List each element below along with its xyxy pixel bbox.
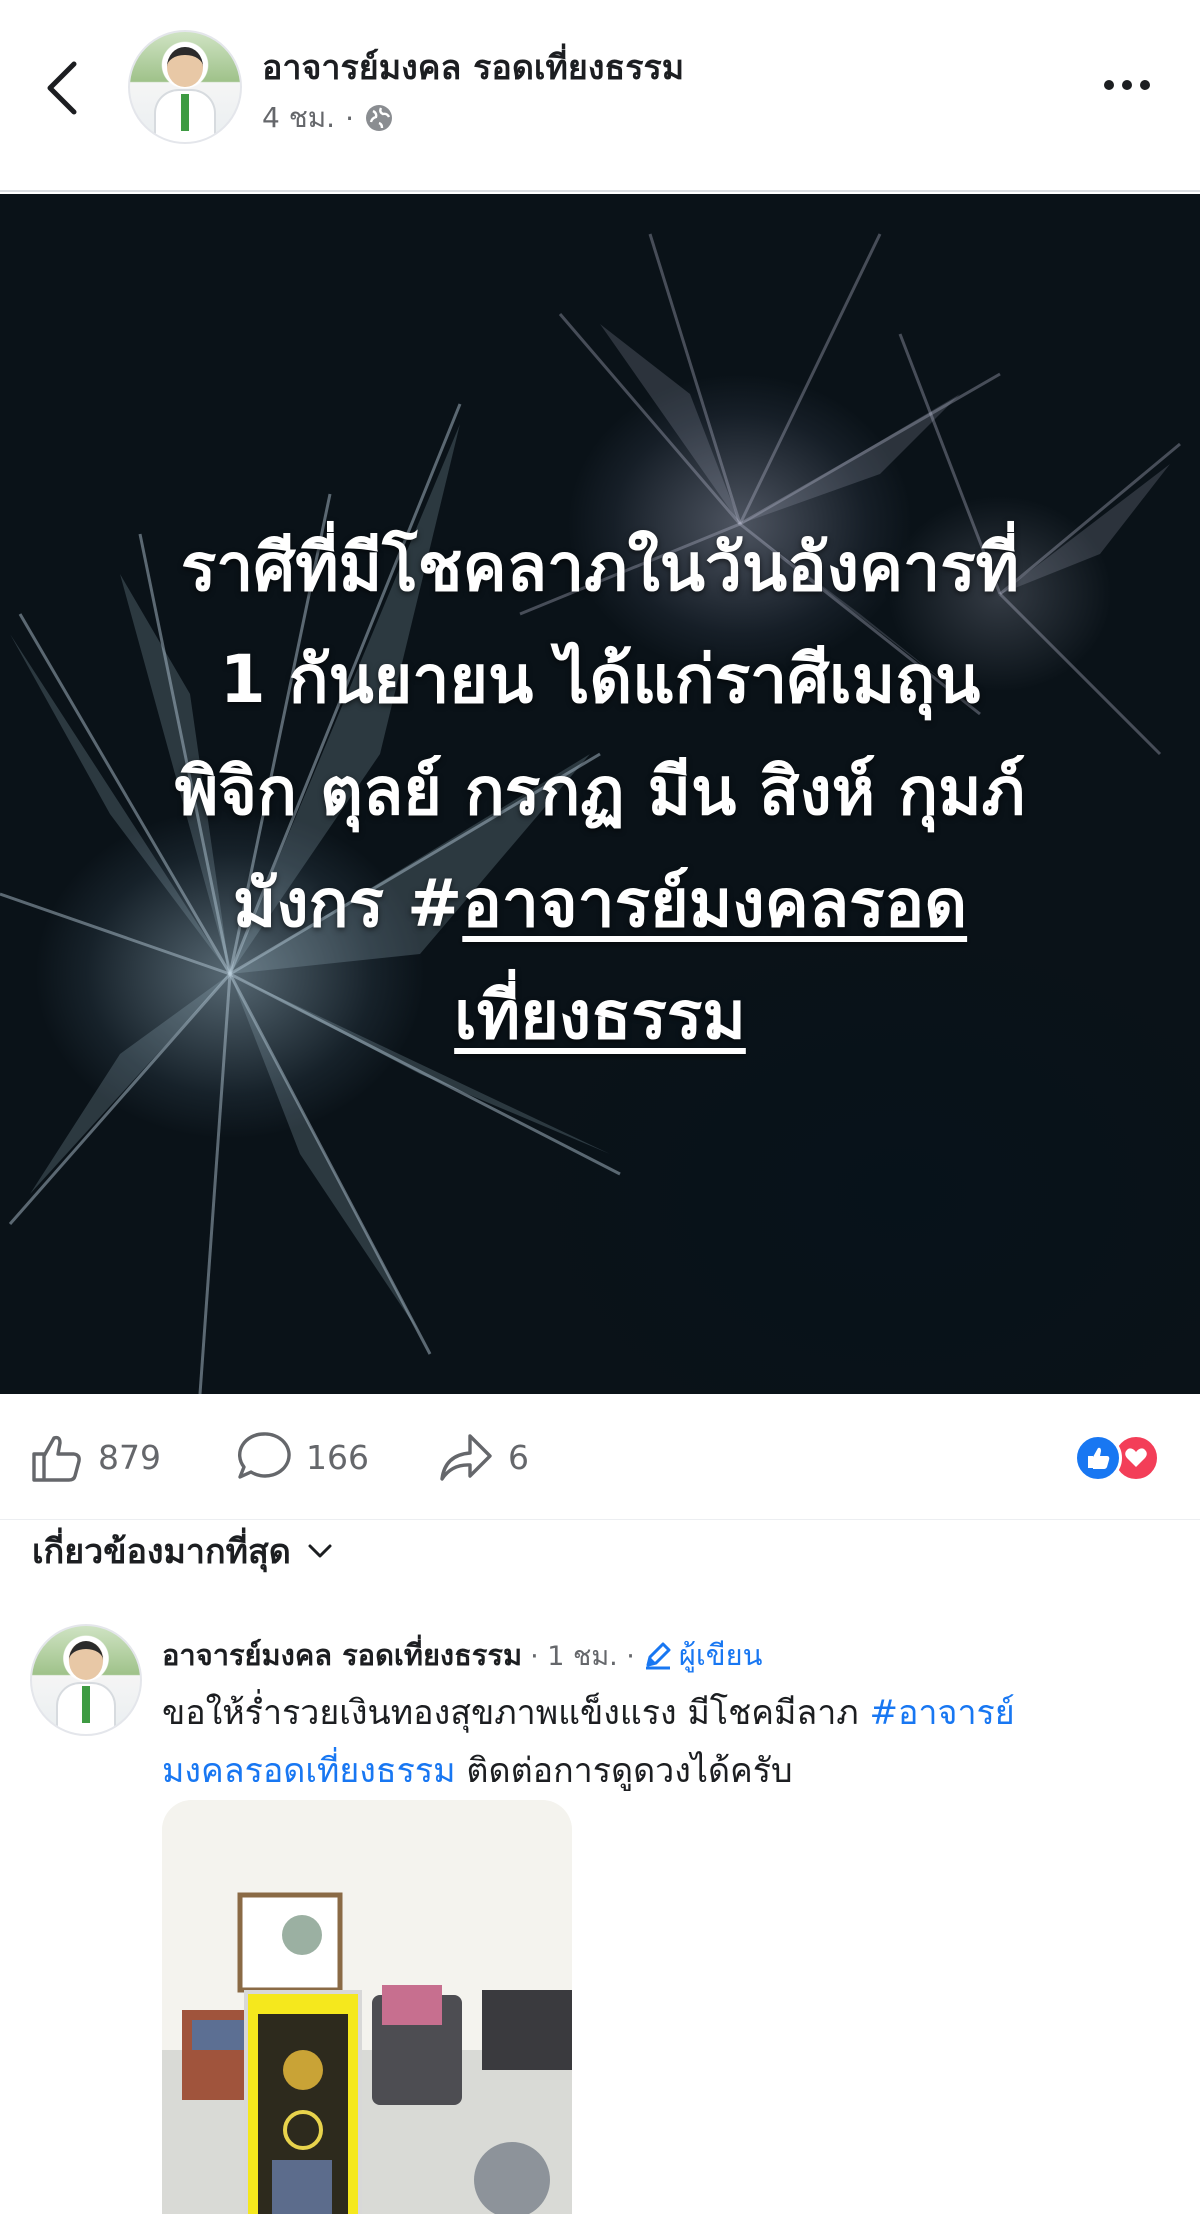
- more-options-button[interactable]: [1092, 60, 1162, 110]
- comment-button[interactable]: 166: [236, 1430, 369, 1484]
- commenter-name[interactable]: อาจารย์มงคล รอดเที่ยงธรรม: [162, 1632, 522, 1678]
- like-count: 879: [98, 1437, 161, 1477]
- comment-count: 166: [306, 1437, 369, 1477]
- comment-time: · 1 ชม. ·: [530, 1640, 635, 1672]
- globe-icon: [365, 105, 392, 131]
- back-button[interactable]: [38, 52, 86, 124]
- dot-icon: [1104, 80, 1114, 90]
- post-image-caption: ราศีที่มีโชคลาภในวันอังคารที่ 1 กันยายน …: [60, 512, 1140, 1072]
- comment-text: ขอให้ร่ำรวยเงินทองสุขภาพแข็งแรง มีโชคมีล…: [162, 1693, 870, 1733]
- share-icon: [440, 1434, 492, 1481]
- dot-icon: [1140, 80, 1150, 90]
- caption-line: มังกร #อาจารย์มงคลรอด: [60, 848, 1140, 960]
- comment-text: ติดต่อการดูดวงได้ครับ: [455, 1751, 793, 1791]
- comment-body: ขอให้ร่ำรวยเงินทองสุขภาพแข็งแรง มีโชคมีล…: [162, 1684, 1172, 1800]
- tarot-card-photo: [162, 1800, 572, 2214]
- author-name[interactable]: อาจารย์มงคล รอดเที่ยงธรรม: [262, 40, 684, 94]
- comment-sort-dropdown[interactable]: เกี่ยวข้องมากที่สุด: [32, 1524, 333, 1578]
- reactions-summary[interactable]: [1074, 1434, 1170, 1484]
- like-button[interactable]: 879: [30, 1430, 161, 1484]
- chevron-left-icon: [47, 61, 77, 115]
- like-reaction-icon: [1074, 1434, 1122, 1482]
- post-header: อาจารย์มงคล รอดเที่ยงธรรม 4 ชม. ·: [0, 0, 1200, 192]
- post-image[interactable]: ราศีที่มีโชคลาภในวันอังคารที่ 1 กันยายน …: [0, 194, 1200, 1394]
- caption-line: ราศีที่มีโชคลาภในวันอังคารที่: [180, 529, 1020, 606]
- hashtag-link[interactable]: มงคลรอดเที่ยงธรรม: [162, 1751, 456, 1791]
- caption-line: พิจิก ตุลย์ กรกฏ มีน สิงห์ กุมภ์: [174, 753, 1026, 830]
- comment-header: อาจารย์มงคล รอดเที่ยงธรรม · 1 ชม. · ผู้เ…: [162, 1632, 762, 1678]
- caption-text: มังกร #: [232, 865, 463, 942]
- thumbs-up-icon: [32, 1435, 81, 1482]
- caption-line: เที่ยงธรรม: [60, 960, 1140, 1072]
- commenter-avatar[interactable]: [30, 1624, 142, 1736]
- chevron-down-icon: [308, 1544, 332, 1558]
- author-avatar[interactable]: [128, 30, 242, 144]
- author-badge: ผู้เขียน: [643, 1632, 763, 1678]
- hashtag-link[interactable]: #อาจารย์: [870, 1693, 1015, 1733]
- sort-label: เกี่ยวข้องมากที่สุด: [32, 1532, 291, 1572]
- share-count: 6: [508, 1437, 529, 1477]
- author-badge-label: ผู้เขียน: [678, 1638, 763, 1672]
- post-actions-bar: 879 166 6: [0, 1394, 1200, 1520]
- caption-line: 1 กันยายน ได้แก่ราศีเมถุน: [219, 641, 981, 718]
- comment-photo[interactable]: [162, 1800, 572, 2214]
- post-detail-page: อาจารย์มงคล รอดเที่ยงธรรม 4 ชม. · ราศีที…: [0, 0, 1200, 2214]
- pencil-icon: [645, 1642, 671, 1670]
- comment-icon: [238, 1432, 291, 1479]
- hashtag-link[interactable]: เที่ยงธรรม: [454, 977, 746, 1054]
- share-button[interactable]: 6: [438, 1430, 529, 1484]
- meta-separator: ·: [345, 101, 354, 135]
- dot-icon: [1122, 80, 1132, 90]
- post-time[interactable]: 4 ชม.: [262, 96, 335, 140]
- post-meta: 4 ชม. ·: [262, 96, 394, 140]
- hashtag-link[interactable]: อาจารย์มงคลรอด: [462, 865, 967, 942]
